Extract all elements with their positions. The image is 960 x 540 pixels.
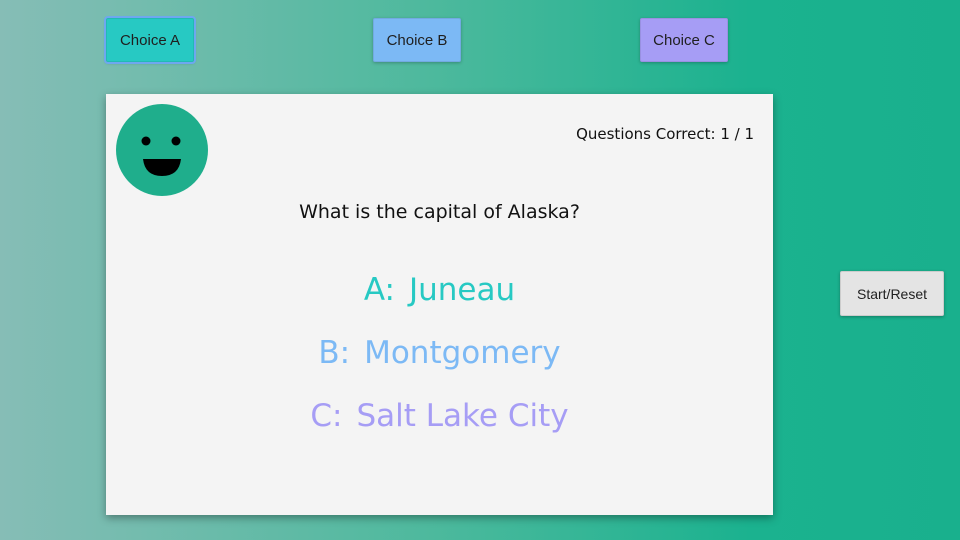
answer-c-letter: C: bbox=[310, 398, 343, 434]
question-text: What is the capital of Alaska? bbox=[299, 201, 580, 223]
answer-b: B: Montgomery bbox=[106, 335, 773, 371]
answer-a-text: Juneau bbox=[408, 272, 516, 308]
choice-b-button[interactable]: Choice B bbox=[373, 18, 461, 62]
answer-a-letter: A: bbox=[363, 272, 395, 308]
answer-c: C: Salt Lake City bbox=[106, 398, 773, 434]
answer-b-letter: B: bbox=[318, 335, 351, 371]
smiley-face-icon bbox=[116, 104, 208, 196]
quiz-card: Questions Correct: 1 / 1 What is the cap… bbox=[106, 94, 773, 515]
answer-c-text: Salt Lake City bbox=[356, 398, 569, 434]
choice-c-button[interactable]: Choice C bbox=[640, 18, 728, 62]
start-reset-button[interactable]: Start/Reset bbox=[840, 271, 944, 316]
choice-a-button[interactable]: Choice A bbox=[104, 16, 196, 64]
score-counter: Questions Correct: 1 / 1 bbox=[576, 125, 754, 143]
answer-a: A: Juneau bbox=[106, 272, 773, 308]
answer-b-text: Montgomery bbox=[364, 335, 561, 371]
